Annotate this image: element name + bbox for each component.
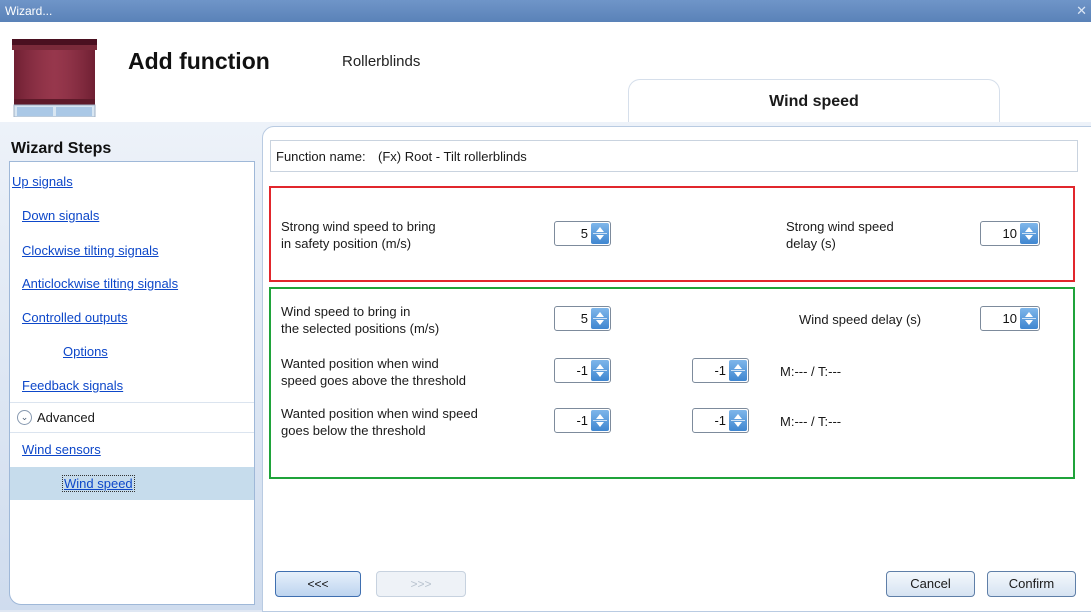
- step-wind-sensors[interactable]: Wind sensors: [22, 442, 101, 457]
- wizard-header: Add function Rollerblinds Wind speed: [0, 22, 1091, 123]
- spinner-arrows-icon[interactable]: [1020, 308, 1038, 329]
- strong-wind-speed-label: Strong wind speed to bring in safety pos…: [281, 219, 436, 251]
- spinner-arrows-icon[interactable]: [591, 223, 609, 244]
- strong-wind-speed-spinner[interactable]: 5: [554, 221, 611, 246]
- step-up-signals[interactable]: Up signals: [12, 174, 73, 189]
- page-title: Add function: [128, 48, 270, 74]
- wizard-steps-title: Wizard Steps: [11, 140, 112, 157]
- strong-wind-delay-value: 10: [1002, 226, 1017, 241]
- function-name-field[interactable]: (Fx) Root - Tilt rollerblinds: [378, 149, 527, 164]
- tab-wind-speed[interactable]: Wind speed: [628, 79, 1000, 123]
- position-below-value-1: -1: [576, 413, 588, 428]
- position-below-status: M:--- / T:---: [780, 414, 842, 429]
- wind-speed-delay-label: Wind speed delay (s): [799, 312, 922, 327]
- strong-wind-delay-spinner[interactable]: 10: [980, 221, 1040, 246]
- rollerblind-icon: [12, 39, 97, 117]
- next-button[interactable]: >>>: [376, 571, 466, 597]
- advanced-label: Advanced: [37, 410, 95, 425]
- step-down-signals[interactable]: Down signals: [22, 208, 99, 223]
- wind-speed-spinner[interactable]: 5: [554, 306, 611, 331]
- step-controlled-outputs[interactable]: Controlled outputs: [22, 310, 128, 325]
- spinner-arrows-icon[interactable]: [591, 360, 609, 381]
- chevron-down-icon: ⌄: [17, 410, 32, 425]
- window-titlebar: Wizard... ✕: [0, 0, 1091, 22]
- spinner-arrows-icon[interactable]: [729, 410, 747, 431]
- cancel-button[interactable]: Cancel: [886, 571, 975, 597]
- wind-speed-label: Wind speed to bring in the selected posi…: [281, 304, 440, 336]
- spinner-arrows-icon[interactable]: [1020, 223, 1038, 244]
- position-below-value-2: -1: [714, 413, 726, 428]
- confirm-button[interactable]: Confirm: [987, 571, 1076, 597]
- position-above-value-2: -1: [714, 363, 726, 378]
- wizard-steps-panel: Up signals Down signals Clockwise tiltin…: [9, 161, 255, 605]
- wind-speed-value: 5: [580, 311, 588, 326]
- wind-speed-delay-spinner[interactable]: 10: [980, 306, 1040, 331]
- step-feedback-signals[interactable]: Feedback signals: [22, 378, 123, 393]
- strong-wind-delay-label: Strong wind speed delay (s): [786, 219, 894, 251]
- function-name-label: Function name:: [276, 149, 366, 164]
- function-name-row: Function name: (Fx) Root - Tilt rollerbl…: [270, 140, 1078, 172]
- spinner-arrows-icon[interactable]: [729, 360, 747, 381]
- position-above-spinner-2[interactable]: -1: [692, 358, 749, 383]
- step-options[interactable]: Options: [63, 344, 108, 359]
- position-above-threshold-label: Wanted position when wind speed goes abo…: [281, 356, 467, 388]
- position-below-spinner-1[interactable]: -1: [554, 408, 611, 433]
- position-above-status: M:--- / T:---: [780, 364, 842, 379]
- step-wind-speed-selected[interactable]: Wind speed: [10, 467, 254, 500]
- step-anticlockwise-tilting-signals[interactable]: Anticlockwise tilting signals: [22, 276, 178, 291]
- step-clockwise-tilting-signals[interactable]: Clockwise tilting signals: [22, 243, 159, 258]
- window-title: Wizard...: [5, 4, 53, 18]
- spinner-arrows-icon[interactable]: [591, 308, 609, 329]
- position-above-spinner-1[interactable]: -1: [554, 358, 611, 383]
- close-icon[interactable]: ✕: [1076, 0, 1087, 22]
- wind-speed-delay-value: 10: [1002, 311, 1017, 326]
- position-above-value-1: -1: [576, 363, 588, 378]
- position-below-threshold-label: Wanted position when wind speed goes bel…: [281, 406, 478, 438]
- advanced-section-toggle[interactable]: ⌄ Advanced: [10, 402, 254, 433]
- function-type-label: Rollerblinds: [342, 53, 421, 70]
- spinner-arrows-icon[interactable]: [591, 410, 609, 431]
- position-below-spinner-2[interactable]: -1: [692, 408, 749, 433]
- step-wind-speed[interactable]: Wind speed: [62, 475, 135, 492]
- strong-wind-speed-value: 5: [580, 226, 588, 241]
- back-button[interactable]: <<<: [275, 571, 361, 597]
